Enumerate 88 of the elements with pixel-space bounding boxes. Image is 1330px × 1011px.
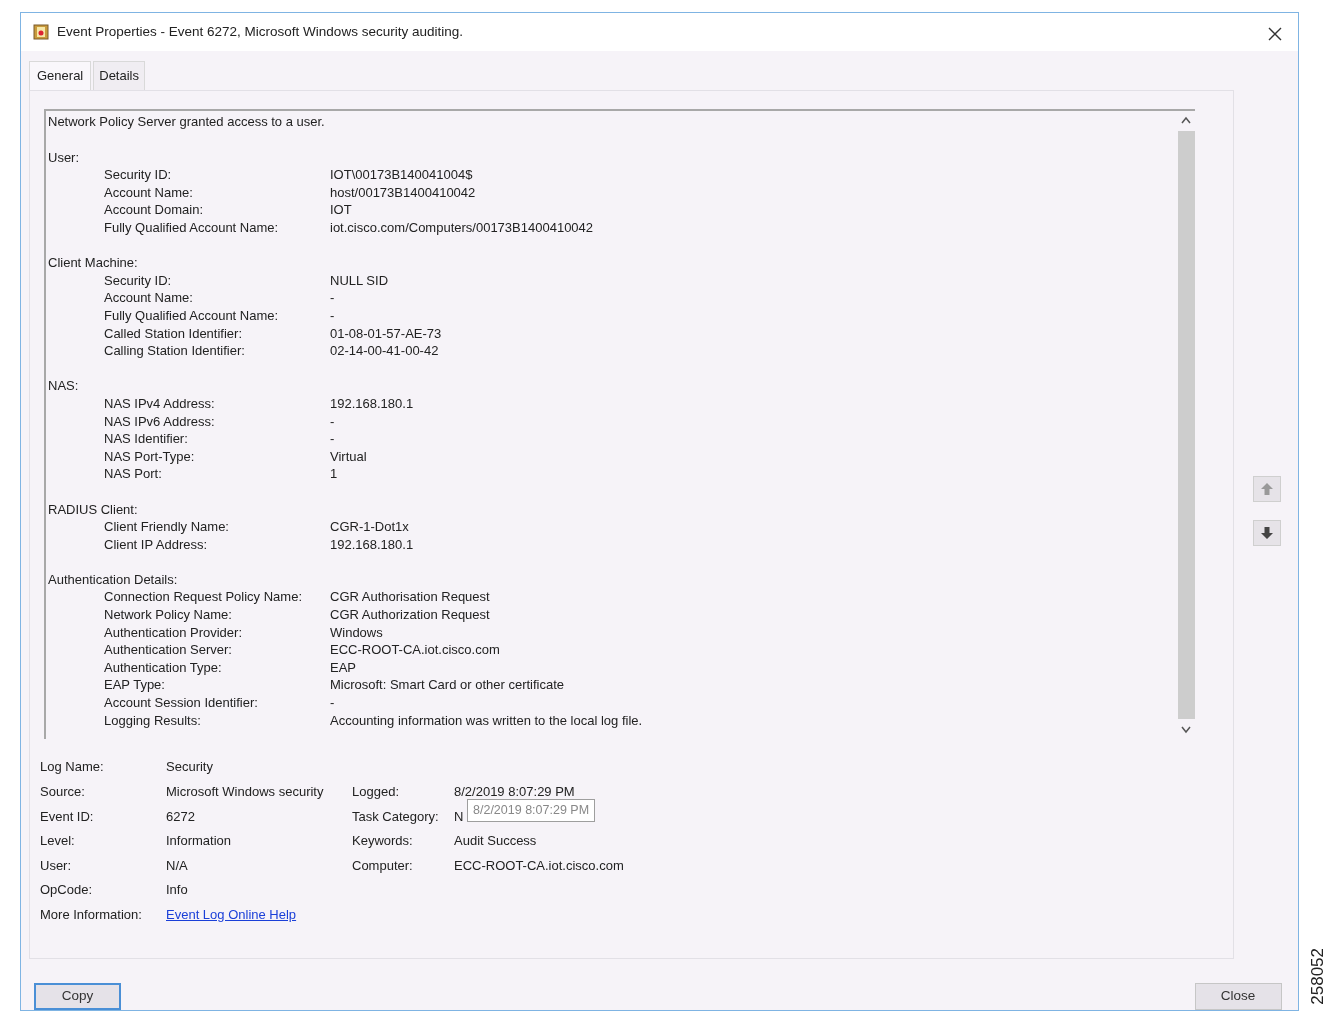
field-label: Account Domain: — [104, 201, 204, 219]
field-value: - — [330, 430, 336, 448]
field-value: CGR Authorization Request — [330, 606, 491, 624]
section-heading: Client Machine: — [48, 254, 139, 272]
field-label: Account Name: — [104, 183, 194, 202]
summary-text: Network Policy Server granted access to a user. — [48, 113, 326, 132]
field-label: NAS IPv6 Address: — [104, 412, 216, 431]
field-label: Client IP Address: — [104, 535, 209, 554]
field-value: 01-08-01-57-AE-73 — [330, 324, 443, 343]
field-label: Fully Qualified Account Name: — [104, 219, 280, 237]
section-heading: Authentication Details: — [48, 570, 179, 589]
field-label: User: — [40, 856, 72, 875]
window-title: Event Properties - Event 6272, Microsoft Windows security auditing. — [57, 22, 464, 41]
field-label: Log Name: — [40, 758, 104, 776]
copy-button[interactable]: Copy — [34, 983, 121, 1010]
field-label: Authentication Provider: — [104, 623, 244, 642]
field-label: Account Session Identifier: — [104, 694, 259, 712]
field-value: 8/2/2019 8:07:29 PM — [454, 783, 575, 801]
field-value: N — [454, 807, 464, 825]
field-value: - — [330, 306, 336, 325]
field-label: Logging Results: — [104, 711, 202, 730]
field-value: Accounting information was written to the local log file. — [330, 711, 644, 730]
field-value: Information — [166, 832, 232, 850]
field-label: Calling Station Identifier: — [104, 342, 246, 360]
field-label: Client Friendly Name: — [104, 518, 230, 536]
field-label: Connection Request Policy Name: — [104, 588, 303, 607]
event-log-icon — [33, 23, 49, 40]
field-value: 6272 — [166, 807, 195, 825]
down-arrow-icon — [1259, 526, 1274, 541]
field-label: NAS Port-Type: — [104, 447, 196, 466]
field-value: 192.168.180.1 — [330, 535, 415, 554]
field-label: Level: — [40, 832, 75, 850]
field-value: ECC-ROOT-CA.iot.cisco.com — [454, 856, 624, 875]
field-value: Audit Success — [454, 832, 537, 850]
field-value: 02-14-00-41-00-42 — [330, 342, 440, 360]
field-label: Computer: — [352, 856, 413, 875]
field-value: EAP — [330, 658, 357, 677]
field-label: NAS Identifier: — [104, 430, 189, 448]
field-value: ECC-ROOT-CA.iot.cisco.com — [330, 641, 501, 659]
section-heading: User: — [48, 148, 81, 167]
field-value: iot.cisco.com/Computers/00173B1400410042 — [330, 219, 595, 237]
section-heading: NAS: — [48, 377, 80, 395]
field-value: Microsoft: Smart Card or other certificate — [330, 676, 566, 695]
up-arrow-button[interactable] — [1252, 476, 1281, 503]
field-label: Source: — [40, 783, 85, 801]
field-value: - — [330, 289, 336, 307]
field-label: Security ID: — [104, 166, 173, 184]
field-label: NAS IPv4 Address: — [104, 394, 216, 413]
field-value: host/00173B1400410042 — [330, 183, 477, 202]
field-label: EAP Type: — [104, 676, 166, 695]
up-arrow-icon — [1259, 482, 1274, 497]
field-value: N/A — [166, 856, 188, 875]
tab[interactable]: Details — [93, 60, 145, 91]
field-label: Authentication Type: — [104, 658, 223, 677]
field-label: NAS Port: — [104, 465, 163, 483]
field-value: Virtual — [330, 447, 368, 466]
field-value: NULL SID — [330, 271, 390, 290]
field-label: Authentication Server: — [104, 641, 233, 659]
field-label: Keywords: — [352, 832, 413, 850]
field-value: - — [330, 694, 336, 712]
tooltip: 8/2/2019 8:07:29 PM — [467, 799, 596, 823]
figure-number: 258052 — [1306, 948, 1328, 1005]
field-label: Event ID: — [40, 807, 94, 825]
tab[interactable]: General — [29, 60, 92, 92]
field-value: Security — [166, 758, 213, 776]
field-value: - — [330, 412, 336, 431]
field-label: Account Name: — [104, 289, 194, 307]
close-button[interactable]: Close — [1194, 983, 1282, 1010]
field-value: Windows — [330, 623, 384, 642]
field-value: CGR Authorisation Request — [330, 588, 491, 607]
down-arrow-button[interactable] — [1252, 520, 1281, 547]
field-label: Network Policy Name: — [104, 606, 233, 624]
field-label: More Information: — [40, 906, 142, 924]
section-heading: RADIUS Client: — [48, 500, 139, 519]
field-value: Info — [166, 881, 188, 899]
field-label: Logged: — [352, 783, 399, 801]
field-value: Microsoft Windows security — [166, 783, 324, 801]
field-value: IOT\00173B140041004$ — [330, 166, 474, 184]
help-link[interactable]: Event Log Online Help — [166, 906, 297, 924]
field-value: IOT — [330, 201, 353, 219]
field-label: Called Station Identifier: — [104, 324, 244, 343]
field-label: Security ID: — [104, 271, 173, 290]
field-label: Task Category: — [352, 807, 439, 825]
field-value: CGR-1-Dot1x — [330, 518, 410, 536]
field-value: 192.168.180.1 — [330, 394, 415, 413]
field-label: OpCode: — [40, 881, 93, 899]
field-value: 1 — [330, 465, 339, 483]
field-label: Fully Qualified Account Name: — [104, 306, 280, 325]
